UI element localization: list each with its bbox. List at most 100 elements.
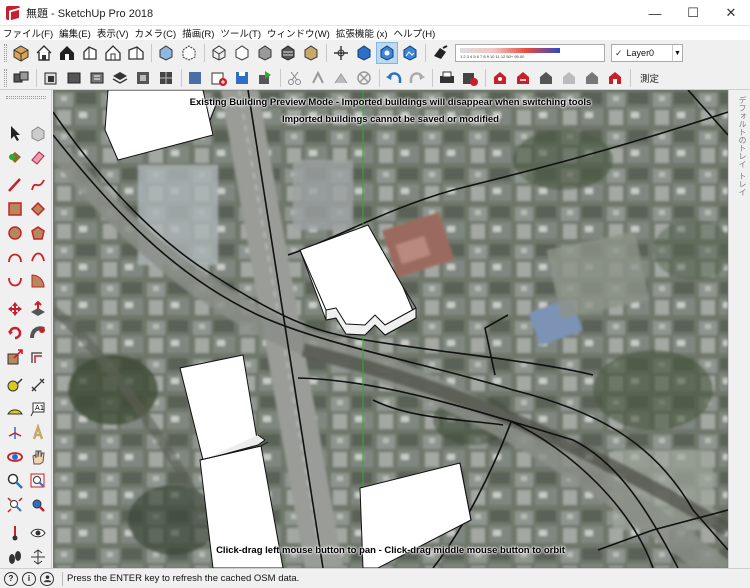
text-tool-icon[interactable]: A1 — [27, 398, 49, 420]
polygon-tool-icon[interactable] — [27, 222, 49, 244]
cut-icon[interactable] — [284, 67, 306, 89]
rotated-rectangle-icon[interactable] — [27, 198, 49, 220]
extension-warehouse-icon[interactable] — [535, 67, 557, 89]
rotate-tool-icon[interactable] — [4, 322, 26, 344]
help-icon[interactable]: ? — [4, 571, 18, 586]
redo-icon[interactable] — [406, 67, 428, 89]
layer-selector[interactable]: ✓ Layer0 ▼ — [611, 44, 683, 62]
terrain-toggle-icon[interactable] — [399, 42, 421, 64]
eraser-icon[interactable] — [27, 146, 49, 168]
tape-measure-icon[interactable] — [4, 374, 26, 396]
menu-file[interactable]: ファイル(F) — [0, 26, 56, 40]
line-tool-icon[interactable] — [4, 174, 26, 196]
tray-tab-default[interactable]: デフォルトのトレイ — [732, 96, 748, 168]
group-icon[interactable] — [63, 67, 85, 89]
look-around-icon[interactable] — [27, 522, 49, 544]
extension-manager-icon[interactable] — [558, 67, 580, 89]
print-icon[interactable] — [436, 67, 458, 89]
toolbar-grip[interactable] — [4, 68, 7, 87]
menu-window[interactable]: ウィンドウ(W) — [264, 26, 333, 40]
location-box-icon[interactable] — [353, 42, 375, 64]
menu-help[interactable]: ヘルプ(H) — [391, 26, 439, 40]
copy-icon[interactable] — [307, 67, 329, 89]
axes-icon[interactable] — [330, 42, 352, 64]
walk-tool-icon[interactable] — [4, 546, 26, 568]
make-component-icon[interactable] — [40, 67, 62, 89]
pan-tool-icon[interactable] — [27, 446, 49, 468]
axes-tool-icon[interactable] — [4, 422, 26, 444]
two-point-arc-icon[interactable] — [27, 246, 49, 268]
delete-icon[interactable] — [353, 67, 375, 89]
shaded-textures-style-icon[interactable] — [277, 42, 299, 64]
right-view-icon[interactable] — [79, 42, 101, 64]
xray-style-icon[interactable] — [155, 42, 177, 64]
trimble-connect-icon[interactable] — [581, 67, 603, 89]
info-icon[interactable]: i — [22, 571, 36, 586]
toolbar-grip[interactable] — [6, 96, 46, 99]
maximize-button[interactable]: ☐ — [674, 0, 712, 26]
select-tool-icon[interactable] — [4, 122, 26, 144]
shaded-style-icon[interactable] — [254, 42, 276, 64]
minimize-button[interactable]: — — [636, 0, 674, 26]
photo-textures-icon[interactable] — [604, 67, 626, 89]
model-info-icon[interactable] — [86, 67, 108, 89]
left-view-icon[interactable] — [125, 42, 147, 64]
zoom-window-icon[interactable] — [27, 470, 49, 492]
freehand-tool-icon[interactable] — [27, 174, 49, 196]
add-scene-icon[interactable] — [208, 67, 230, 89]
menu-view[interactable]: 表示(V) — [94, 26, 132, 40]
paint-bucket-icon[interactable] — [4, 146, 26, 168]
outliner-icon[interactable] — [132, 67, 154, 89]
menu-extensions[interactable]: 拡張機能 (x) — [333, 26, 391, 40]
undo-icon[interactable] — [383, 67, 405, 89]
previous-view-icon[interactable] — [27, 494, 49, 516]
follow-me-icon[interactable] — [27, 322, 49, 344]
share-model-icon[interactable] — [489, 67, 511, 89]
make-component-tool-icon[interactable] — [27, 122, 49, 144]
push-pull-icon[interactable] — [27, 298, 49, 320]
protractor-icon[interactable] — [4, 398, 26, 420]
three-point-arc-icon[interactable] — [4, 270, 26, 292]
get-models-icon[interactable] — [512, 67, 534, 89]
dropbox-icon[interactable] — [185, 67, 207, 89]
section-plane-icon[interactable] — [27, 546, 49, 568]
save-icon[interactable] — [231, 67, 253, 89]
model-viewport[interactable]: Existing Building Preview Mode - Importe… — [53, 90, 728, 568]
tray-tab[interactable]: トレイ — [732, 172, 748, 196]
pie-tool-icon[interactable] — [27, 270, 49, 292]
components-icon[interactable] — [10, 67, 32, 89]
3d-text-icon[interactable] — [27, 422, 49, 444]
user-account-icon[interactable] — [40, 571, 54, 586]
position-camera-icon[interactable] — [4, 522, 26, 544]
materials-icon[interactable] — [155, 67, 177, 89]
iso-view-icon[interactable] — [10, 42, 32, 64]
toolbar-grip[interactable] — [4, 44, 7, 62]
elevation-color-scale[interactable]: 1 2 3 4 5 6 7 8 9 10 11 12 50+ 95.00 — [455, 44, 605, 62]
arc-tool-icon[interactable] — [4, 246, 26, 268]
zoom-extents-icon[interactable] — [4, 494, 26, 516]
close-button[interactable]: ✕ — [712, 0, 750, 26]
orbit-tool-icon[interactable] — [4, 446, 26, 468]
move-tool-icon[interactable] — [4, 298, 26, 320]
offset-tool-icon[interactable] — [27, 346, 49, 368]
scale-tool-icon[interactable] — [4, 346, 26, 368]
add-location-icon[interactable] — [376, 42, 398, 64]
monochrome-style-icon[interactable] — [300, 42, 322, 64]
paint-style-icon[interactable] — [429, 42, 451, 64]
circle-tool-icon[interactable] — [4, 222, 26, 244]
menu-edit[interactable]: 編集(E) — [56, 26, 94, 40]
top-view-icon[interactable] — [33, 42, 55, 64]
model-warehouse-icon[interactable] — [459, 67, 481, 89]
dimension-tool-icon[interactable] — [27, 374, 49, 396]
paste-icon[interactable] — [330, 67, 352, 89]
export-icon[interactable] — [254, 67, 276, 89]
front-view-icon[interactable] — [56, 42, 78, 64]
menu-camera[interactable]: カメラ(C) — [131, 26, 179, 40]
menu-tools[interactable]: ツール(T) — [217, 26, 264, 40]
layers-icon[interactable] — [109, 67, 131, 89]
rectangle-tool-icon[interactable] — [4, 198, 26, 220]
zoom-tool-icon[interactable] — [4, 470, 26, 492]
hidden-line-style-icon[interactable] — [231, 42, 253, 64]
chevron-down-icon[interactable]: ▼ — [672, 45, 682, 61]
wireframe-style-icon[interactable] — [208, 42, 230, 64]
